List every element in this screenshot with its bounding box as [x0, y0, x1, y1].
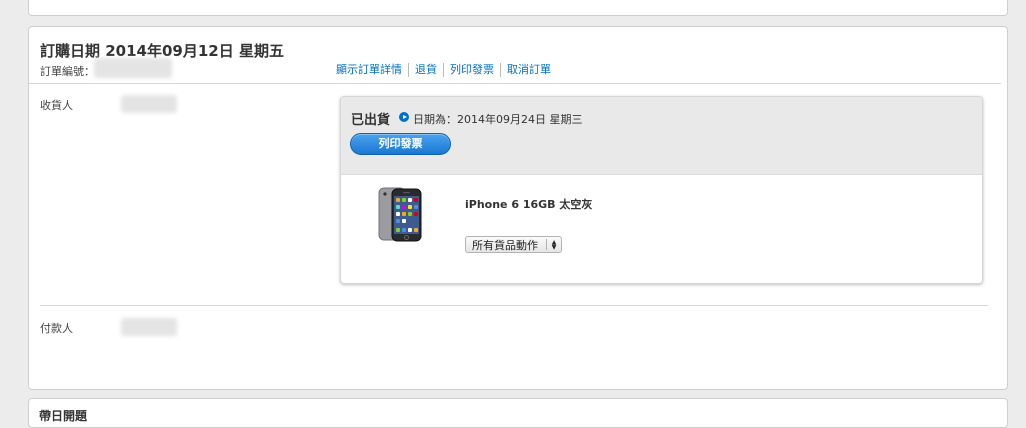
- iphone-icon: [377, 187, 425, 243]
- order-panel: 訂購日期 2014年09月12日 星期五 訂單編號： 顯示訂單詳情 退貨 列印發…: [28, 26, 1008, 390]
- recipient-redacted: [121, 95, 177, 113]
- play-circle-icon[interactable]: [399, 112, 409, 122]
- next-panel: 帶日開題: [28, 398, 1008, 428]
- payer-label: 付款人: [40, 322, 73, 335]
- order-number-label: 訂單編號：: [40, 65, 95, 78]
- print-invoice-link[interactable]: 列印發票: [443, 63, 500, 77]
- cancel-order-link[interactable]: 取消訂單: [500, 63, 557, 77]
- next-panel-title: 帶日開題: [39, 409, 88, 423]
- section-divider: [40, 305, 988, 306]
- order-actions: 顯示訂單詳情 退貨 列印發票 取消訂單: [336, 63, 557, 77]
- shipment-header: 已出貨 日期為：2014年09月24日 星期三 列印發票: [341, 97, 982, 175]
- order-number-redacted: [94, 58, 172, 78]
- show-order-details-link[interactable]: 顯示訂單詳情: [336, 63, 408, 77]
- product-name: iPhone 6 16GB 太空灰: [465, 198, 593, 211]
- item-actions-select[interactable]: 所有貨品動作 ▲ ▼: [465, 236, 562, 253]
- shipment-date: 日期為：2014年09月24日 星期三: [413, 113, 583, 126]
- previous-order-panel: [28, 0, 1008, 16]
- shipment-card: 已出貨 日期為：2014年09月24日 星期三 列印發票 iPhone 6 16…: [340, 96, 983, 284]
- recipient-label: 收貨人: [40, 99, 73, 112]
- payer-redacted: [121, 318, 177, 336]
- shipment-status: 已出貨: [351, 113, 391, 128]
- header-divider: [29, 83, 1001, 84]
- up-down-arrows-icon: ▲ ▼: [551, 238, 557, 251]
- item-actions-label: 所有貨品動作: [472, 238, 538, 252]
- print-invoice-button[interactable]: 列印發票: [350, 133, 451, 155]
- return-link[interactable]: 退貨: [408, 63, 443, 77]
